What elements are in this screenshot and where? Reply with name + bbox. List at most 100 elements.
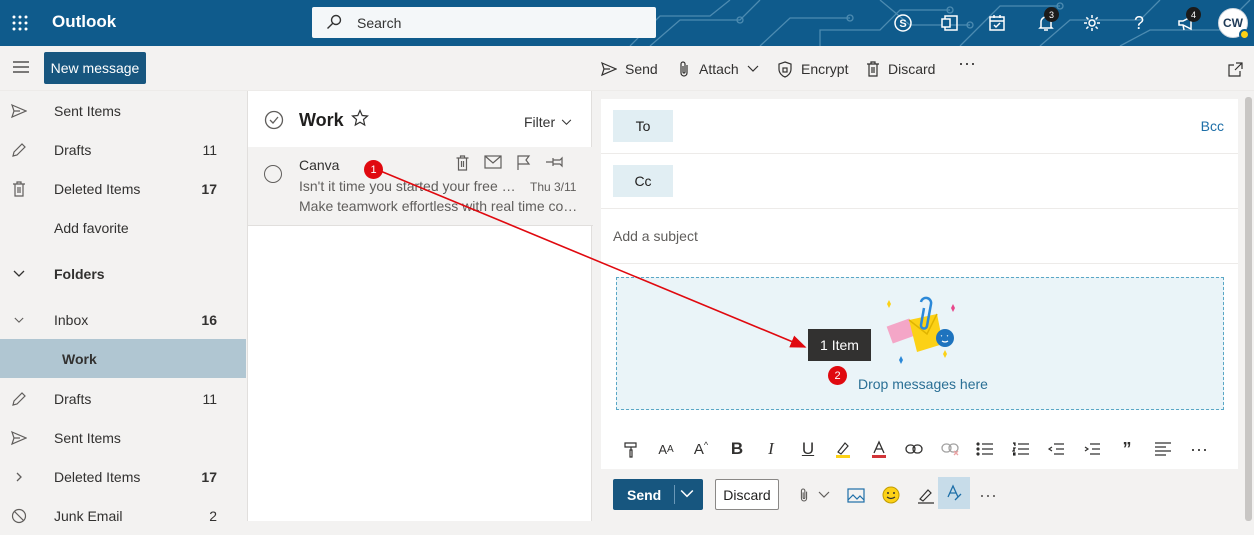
paperclip-icon [680, 61, 688, 77]
send-button[interactable]: Send [613, 479, 703, 510]
decrease-indent-icon[interactable] [1046, 439, 1066, 459]
search-box[interactable]: Search [312, 7, 656, 38]
chevron-right-icon[interactable] [10, 468, 28, 486]
attach-command[interactable]: Attach [677, 60, 759, 78]
mark-read-envelope-icon[interactable] [484, 155, 502, 169]
office-icon[interactable] [938, 11, 962, 35]
settings-gear-icon[interactable] [1080, 11, 1104, 35]
send-icon [10, 102, 28, 120]
message-list: Work Filter Canva Isn't it time you star… [247, 91, 593, 521]
folder-deleted-items[interactable]: Deleted Items 17 [0, 457, 246, 496]
unread-count: 11 [202, 141, 217, 158]
highlight-icon[interactable] [833, 439, 853, 459]
folder-pane: Sent Items Drafts 11 Deleted Items 17 Ad… [0, 91, 246, 524]
hamburger-menu-icon[interactable] [12, 60, 30, 79]
formatting-toolbar: AA A ^ B I U ” ··· [601, 429, 1238, 469]
to-row: To Bcc [601, 99, 1238, 154]
underline-icon[interactable]: U [798, 439, 818, 459]
bcc-link[interactable]: Bcc [1201, 118, 1224, 134]
more-options-icon[interactable]: ··· [977, 485, 999, 505]
chevron-down-icon[interactable] [813, 485, 835, 505]
bullets-icon[interactable] [975, 439, 995, 459]
star-icon[interactable] [351, 109, 369, 127]
flag-icon[interactable] [516, 155, 531, 171]
grow-font-icon[interactable]: A ^ [691, 439, 711, 459]
folder-work[interactable]: Work [0, 339, 246, 378]
unread-count: 17 [201, 180, 217, 197]
chevron-down-icon[interactable] [747, 65, 759, 73]
insert-link-icon[interactable] [904, 439, 924, 459]
nav-item-label: Deleted Items [54, 180, 141, 197]
add-favorite-link[interactable]: Add favorite [0, 208, 246, 247]
filter-button[interactable]: Filter [524, 114, 572, 130]
insert-picture-icon[interactable] [845, 485, 867, 505]
my-day-icon[interactable] [985, 11, 1009, 35]
folder-drafts[interactable]: Drafts 11 [0, 379, 246, 418]
signature-icon[interactable] [915, 485, 937, 505]
pop-out-icon[interactable] [1228, 60, 1243, 78]
editor-icon[interactable] [938, 477, 970, 509]
list-item[interactable]: Canva Isn't it time you started your fre… [248, 147, 593, 226]
app-title[interactable]: Outlook [52, 12, 116, 32]
help-icon[interactable]: ? [1127, 11, 1151, 35]
chevron-down-icon[interactable] [10, 311, 28, 329]
discard-button[interactable]: Discard [715, 479, 779, 510]
new-message-button[interactable]: New message [44, 52, 146, 84]
more-formatting-icon[interactable]: ··· [1189, 439, 1209, 459]
chevron-down-icon[interactable] [680, 487, 694, 501]
select-checkbox[interactable] [264, 165, 282, 183]
send-toolbar: Send Discard ··· [601, 469, 1238, 521]
numbering-icon[interactable] [1011, 439, 1031, 459]
italic-icon[interactable]: I [761, 439, 781, 459]
nav-item-label: Sent Items [54, 429, 121, 446]
align-left-icon[interactable] [1153, 439, 1173, 459]
message-subject: Isn't it time you started your free tria… [299, 178, 517, 194]
avatar[interactable]: CW [1218, 8, 1250, 40]
increase-indent-icon[interactable] [1082, 439, 1102, 459]
chevron-down-icon [10, 265, 28, 283]
folder-sent-items[interactable]: Sent Items [0, 418, 246, 457]
favorite-sent-items[interactable]: Sent Items [0, 91, 246, 130]
button-divider [674, 485, 675, 504]
skype-icon[interactable]: S [891, 11, 915, 35]
quote-icon[interactable]: ” [1117, 439, 1137, 459]
compose-pane: To Bcc Cc Add a subject Drop messages he… [593, 91, 1254, 521]
more-options-icon[interactable]: ··· [958, 53, 976, 73]
send-command[interactable]: Send [601, 60, 658, 78]
subject-input[interactable]: Add a subject [613, 228, 698, 244]
format-painter-icon[interactable] [621, 439, 641, 459]
folder-junk-email[interactable]: Junk Email 2 [0, 496, 246, 535]
encrypt-command[interactable]: Encrypt [777, 60, 848, 78]
folders-header[interactable]: Folders [0, 254, 246, 293]
paperclip-icon[interactable] [793, 485, 815, 505]
to-button[interactable]: To [613, 110, 673, 142]
app-launcher-icon[interactable] [0, 0, 40, 46]
remove-link-icon[interactable] [940, 439, 960, 459]
font-color-icon[interactable] [869, 439, 889, 459]
font-size-icon[interactable]: AA [656, 439, 676, 459]
discard-command[interactable]: Discard [866, 60, 935, 78]
avatar-initials: CW [1223, 16, 1243, 30]
favorite-deleted-items[interactable]: Deleted Items 17 [0, 169, 246, 208]
nav-item-label: Deleted Items [54, 468, 141, 485]
bold-icon[interactable]: B [727, 439, 747, 459]
trash-icon [10, 180, 28, 198]
subject-row[interactable]: Add a subject [601, 209, 1238, 264]
pin-icon[interactable] [545, 155, 563, 169]
pencil-icon [10, 390, 28, 408]
cc-button[interactable]: Cc [613, 165, 673, 197]
drop-zone[interactable]: Drop messages here [616, 277, 1224, 410]
favorite-drafts[interactable]: Drafts 11 [0, 130, 246, 169]
trash-icon [867, 61, 879, 77]
drag-item-tooltip: 1 Item [808, 329, 871, 361]
message-list-header: Work Filter [248, 91, 593, 147]
search-input[interactable]: Search [357, 15, 401, 31]
shield-lock-icon [778, 60, 792, 78]
nav-item-label: Sent Items [54, 102, 121, 119]
emoji-icon[interactable] [880, 485, 902, 505]
cc-row: Cc [601, 154, 1238, 209]
trash-icon[interactable] [455, 155, 470, 171]
folder-inbox[interactable]: Inbox 16 [0, 300, 246, 339]
scrollbar[interactable] [1245, 97, 1252, 521]
select-all-circle-icon[interactable] [264, 110, 284, 130]
